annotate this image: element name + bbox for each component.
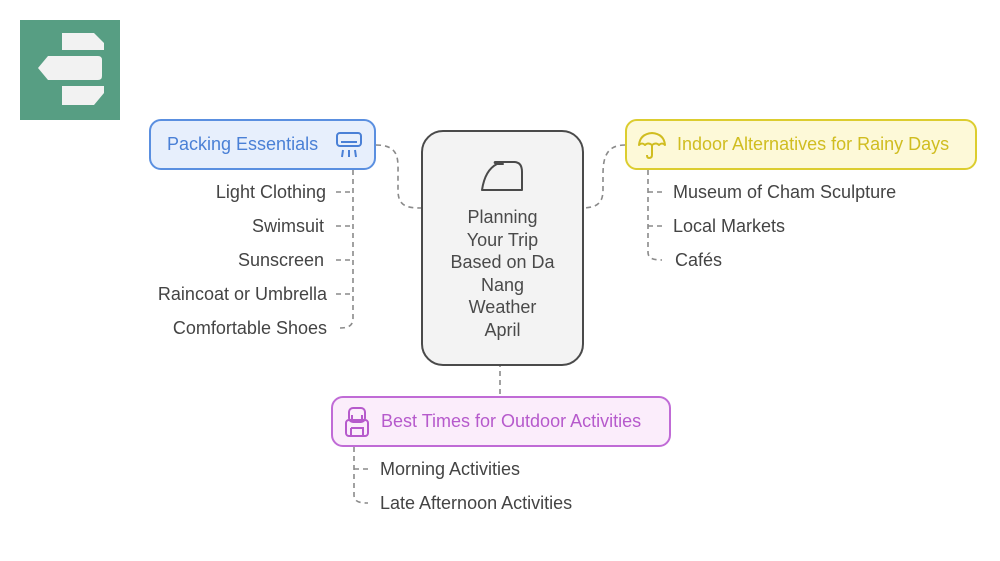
outdoor-activities-node[interactable]: Best Times for Outdoor Activities: [331, 396, 671, 447]
indoor-item: Museum of Cham Sculpture: [673, 182, 897, 202]
outdoor-item: Morning Activities: [380, 459, 521, 479]
outdoor-item: Late Afternoon Activities: [380, 493, 573, 513]
packing-item: Raincoat or Umbrella: [157, 284, 327, 304]
indoor-alternatives-label: Indoor Alternatives for Rainy Days: [677, 134, 950, 154]
outdoor-activities-label: Best Times for Outdoor Activities: [381, 411, 642, 431]
air-conditioner-icon: [336, 132, 362, 158]
connector-outdoor-items: [353, 447, 369, 504]
backpack-icon: [345, 406, 369, 437]
central-topic-node[interactable]: Planning Your Trip Based on Da Nang Weat…: [421, 130, 584, 366]
packing-essentials-node[interactable]: Packing Essentials: [149, 119, 376, 170]
central-topic-label: Planning Your Trip Based on Da Nang Weat…: [450, 207, 555, 340]
packing-item: Sunscreen: [237, 250, 324, 270]
connector-packing-items: [339, 170, 354, 329]
connector-indoor-items: [647, 170, 663, 261]
umbrella-icon: [638, 131, 666, 159]
packing-essentials-label: Packing Essentials: [167, 134, 319, 154]
connector-indoor-center: [579, 144, 626, 209]
indoor-item: Local Markets: [673, 216, 786, 236]
iron-icon: [481, 161, 523, 191]
packing-item: Comfortable Shoes: [172, 318, 327, 338]
connector-packing-center: [375, 144, 422, 209]
indoor-item: Cafés: [675, 250, 723, 270]
packing-item: Light Clothing: [215, 182, 326, 202]
directions-sign-icon: [38, 33, 104, 105]
packing-item: Swimsuit: [251, 216, 324, 236]
indoor-alternatives-node[interactable]: Indoor Alternatives for Rainy Days: [625, 119, 977, 170]
logo: [20, 20, 120, 120]
